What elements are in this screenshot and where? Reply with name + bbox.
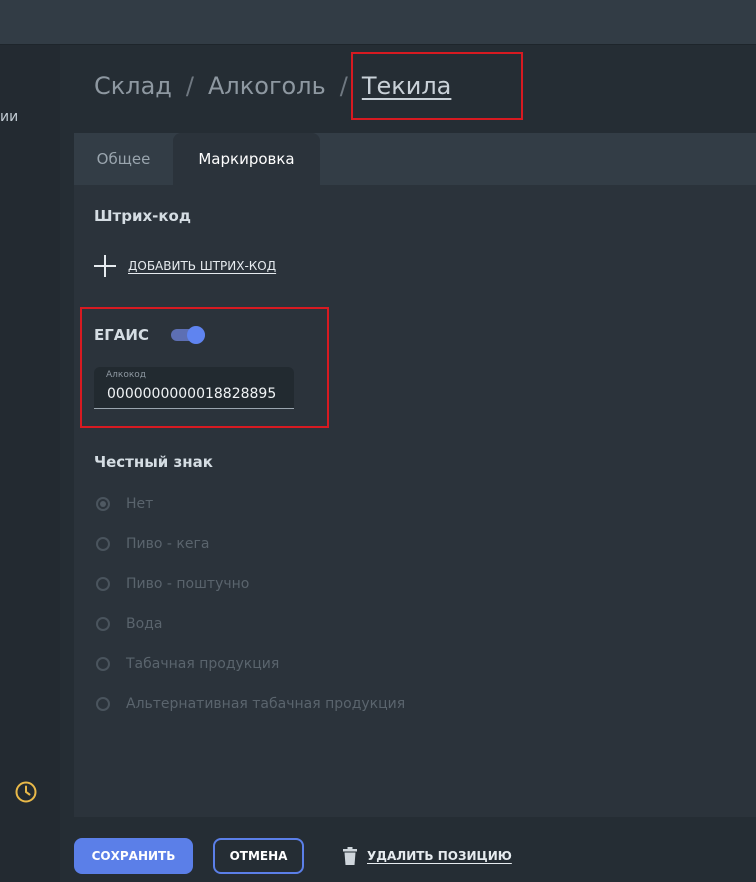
tab-general[interactable]: Общее [74,133,173,185]
radio-label: Пиво - кега [126,536,210,552]
alcocode-label: Алкокод [106,370,147,380]
clock-icon[interactable] [14,780,38,804]
cancel-button[interactable]: ОТМЕНА [213,838,304,874]
toggle-knob [187,326,205,344]
radio-button[interactable] [96,497,110,511]
radio-button[interactable] [96,657,110,671]
breadcrumb-separator: / [185,72,194,100]
radio-option-beer-piece[interactable]: Пиво - поштучно [94,574,249,594]
alcocode-field[interactable]: Алкокод 0000000000018828895 [94,367,294,409]
honest-sign-section-title: Честный знак [94,453,213,471]
radio-button[interactable] [96,697,110,711]
radio-button[interactable] [96,617,110,631]
alcocode-value[interactable]: 0000000000018828895 [107,386,276,402]
radio-option-water[interactable]: Вода [94,614,162,634]
radio-option-tobacco[interactable]: Табачная продукция [94,654,279,674]
radio-label: Вода [126,616,163,632]
sidebar-item-label[interactable]: ии [0,109,18,125]
egais-section-title: ЕГАИС [94,326,149,344]
top-bar [0,0,756,45]
sidebar: ии [0,45,60,882]
trash-icon [343,847,357,865]
breadcrumb: Склад / Алкоголь / Текила [94,72,451,100]
radio-label: Нет [126,496,154,512]
breadcrumb-separator: / [339,72,348,100]
add-barcode-label: ДОБАВИТЬ ШТРИХ-КОД [128,259,277,273]
breadcrumb-current: Текила [361,72,452,100]
radio-option-beer-keg[interactable]: Пиво - кега [94,534,209,554]
radio-option-none[interactable]: Нет [94,494,153,514]
tab-marking[interactable]: Маркировка [173,133,320,185]
radio-label: Пиво - поштучно [126,576,250,592]
radio-button[interactable] [96,577,110,591]
barcode-section-title: Штрих-код [94,207,191,225]
radio-button[interactable] [96,537,110,551]
item-card [74,133,756,817]
egais-toggle[interactable] [171,326,207,344]
add-barcode-button[interactable]: ДОБАВИТЬ ШТРИХ-КОД [94,254,276,278]
delete-item-label: УДАЛИТЬ ПОЗИЦИЮ [367,849,512,863]
plus-icon [94,255,116,277]
breadcrumb-item-alcohol[interactable]: Алкоголь [208,72,326,100]
radio-label: Табачная продукция [126,656,280,672]
radio-label: Альтернативная табачная продукция [126,696,406,712]
delete-item-button[interactable]: УДАЛИТЬ ПОЗИЦИЮ [343,845,512,867]
radio-option-alt-tobacco[interactable]: Альтернативная табачная продукция [94,694,405,714]
breadcrumb-item-warehouse[interactable]: Склад [94,72,172,100]
save-button[interactable]: СОХРАНИТЬ [74,838,193,874]
